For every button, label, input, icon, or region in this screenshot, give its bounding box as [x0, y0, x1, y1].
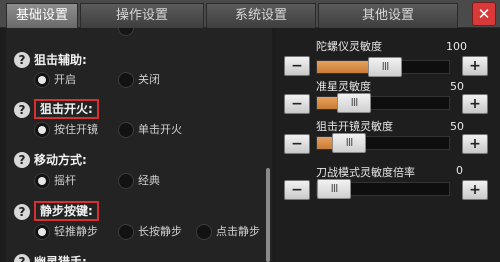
slider-thumb[interactable]: III: [337, 93, 371, 113]
radio-classic[interactable]: [118, 173, 134, 189]
decrease-button[interactable]: −: [284, 180, 310, 200]
slider-thumb[interactable]: III: [332, 133, 366, 153]
increase-button[interactable]: +: [462, 56, 488, 76]
decrease-button[interactable]: −: [284, 56, 310, 76]
slider-track[interactable]: III: [316, 179, 450, 199]
minus-icon: −: [291, 58, 303, 74]
slider-value: 50: [450, 120, 464, 133]
slider-title: 狙击开镜灵敏度: [316, 120, 393, 133]
minus-icon: −: [291, 182, 303, 198]
radio-label: 关闭: [138, 73, 160, 86]
close-icon: ✕: [477, 5, 491, 23]
slider-track[interactable]: III: [316, 133, 450, 153]
plus-icon: +: [469, 136, 481, 152]
radio-label: 轻推静步: [54, 225, 98, 238]
slider-title: 刀战模式灵敏度倍率: [316, 166, 415, 179]
slider-value: 50: [450, 80, 464, 93]
radio-light-push-quiet[interactable]: [34, 224, 50, 240]
radio-label: 按住开镜: [54, 123, 98, 136]
close-button[interactable]: ✕: [472, 2, 496, 26]
scrollbar[interactable]: [266, 168, 270, 262]
slider-track[interactable]: III: [316, 57, 450, 77]
slider-thumb[interactable]: III: [368, 57, 402, 77]
section-label: 狙击开火:: [34, 99, 99, 119]
tab-other-settings[interactable]: 其他设置: [318, 3, 458, 28]
radio-tap-quiet[interactable]: [196, 224, 212, 240]
help-icon[interactable]: ?: [14, 152, 30, 168]
help-icon[interactable]: ?: [14, 254, 30, 262]
plus-icon: +: [469, 58, 481, 74]
tab-system-settings[interactable]: 系统设置: [206, 3, 316, 28]
minus-icon: −: [291, 136, 303, 152]
section-label: 幽灵猎手:: [34, 255, 87, 262]
slider-track[interactable]: III: [316, 93, 450, 113]
section-label: 静步按键:: [34, 201, 99, 221]
radio-hold-scope[interactable]: [34, 122, 50, 138]
radio-label: 经典: [138, 174, 160, 187]
increase-button[interactable]: +: [462, 180, 488, 200]
slider-title: 准星灵敏度: [316, 80, 371, 93]
decrease-button[interactable]: −: [284, 134, 310, 154]
help-icon[interactable]: ?: [14, 204, 30, 220]
section-label: 狙击辅助:: [34, 53, 87, 67]
plus-icon: +: [469, 182, 481, 198]
radio-sniper-assist-off[interactable]: [118, 72, 134, 88]
sensitivity-panel: 陀螺仪灵敏度 100 − III + 准星灵敏度 50 − III + 狙击开镜…: [276, 28, 500, 262]
increase-button[interactable]: +: [462, 94, 488, 114]
radio-sniper-assist-on[interactable]: [34, 72, 50, 88]
radio-joystick[interactable]: [34, 173, 50, 189]
radio-label: 摇杆: [54, 174, 76, 187]
slider-value: 0: [456, 164, 463, 177]
decrease-button[interactable]: −: [284, 94, 310, 114]
partial-radio-button[interactable]: [118, 28, 134, 36]
minus-icon: −: [291, 96, 303, 112]
tab-bar: 基础设置 操作设置 系统设置 其他设置 ✕: [0, 0, 500, 28]
tab-operation-settings[interactable]: 操作设置: [80, 3, 204, 28]
section-label: 移动方式:: [34, 153, 87, 167]
settings-options-panel[interactable]: ? 狙击辅助: 开启 关闭 ? 狙击开火: 按住开镜 单击开火 ? 移动方式: …: [6, 28, 272, 262]
slider-thumb[interactable]: III: [317, 179, 351, 199]
help-icon[interactable]: ?: [14, 102, 30, 118]
radio-label: 点击静步: [216, 225, 260, 238]
help-icon[interactable]: ?: [14, 52, 30, 68]
increase-button[interactable]: +: [462, 134, 488, 154]
slider-value: 100: [446, 40, 467, 53]
plus-icon: +: [469, 96, 481, 112]
radio-label: 长按静步: [138, 225, 182, 238]
radio-label: 开启: [54, 73, 76, 86]
slider-title: 陀螺仪灵敏度: [316, 40, 382, 53]
tab-basic-settings[interactable]: 基础设置: [6, 3, 78, 28]
radio-long-press-quiet[interactable]: [118, 224, 134, 240]
radio-label: 单击开火: [138, 123, 182, 136]
radio-tap-fire[interactable]: [118, 122, 134, 138]
